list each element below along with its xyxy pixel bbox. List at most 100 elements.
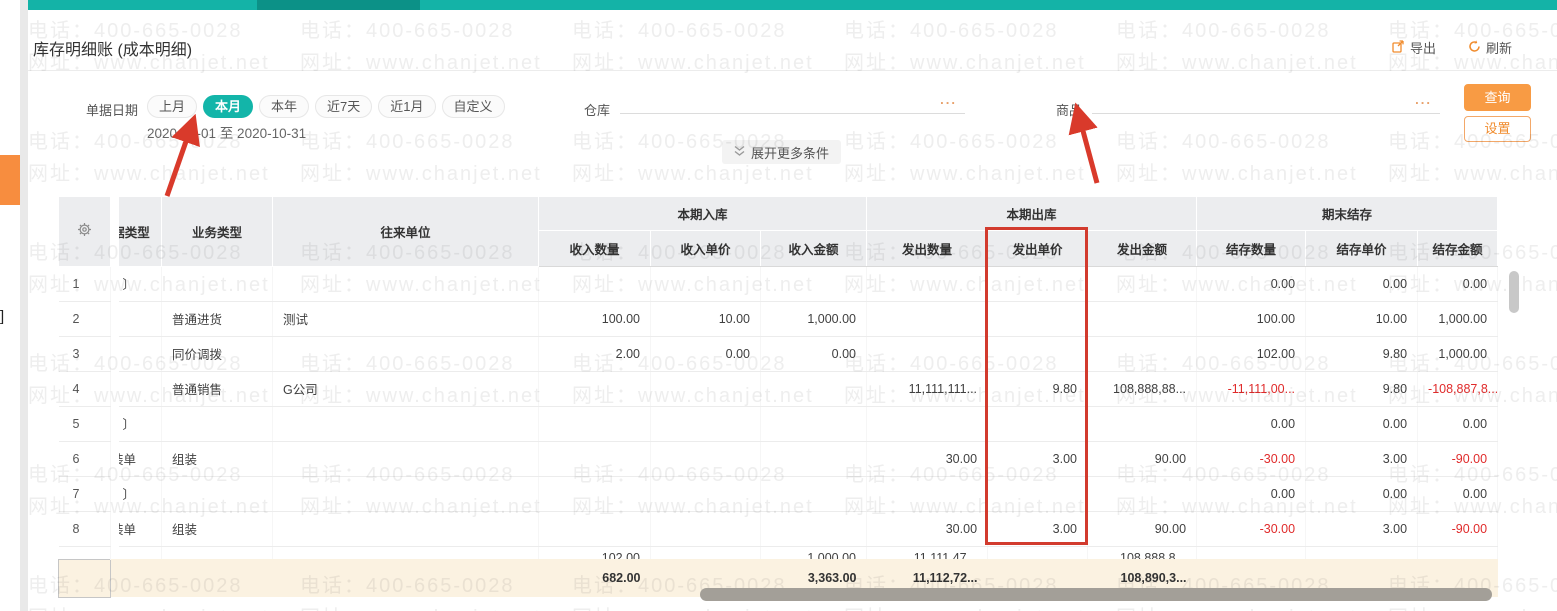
col-out-qty[interactable]: 发出数量 [866, 230, 989, 267]
export-button[interactable]: 导出 [1392, 38, 1436, 57]
date-option-3[interactable]: 本年 [259, 95, 310, 118]
settings-button[interactable]: 设置 [1464, 116, 1531, 142]
table-row-3[interactable]: 3 同价调拨 2.00 0.00 0.00 102.00 9.80 1,000.00 [58, 336, 1499, 372]
arrow-to-product-field [1068, 102, 1100, 184]
table-cell: -90.00 [1417, 511, 1499, 547]
table-row-1[interactable]: 1 〕 0.00 0.00 0.00 [58, 266, 1499, 302]
table-row-9[interactable]: 102.00 1,000.00 11,111,47... 108,888,8... [58, 546, 1499, 559]
horizontal-scrollbar-thumb[interactable] [700, 588, 1492, 601]
col-out-amt[interactable]: 发出金额 [1087, 230, 1198, 267]
table-cell [1417, 546, 1499, 559]
query-button[interactable]: 查询 [1464, 84, 1531, 111]
col-bal-amt[interactable]: 结存金额 [1417, 230, 1499, 267]
date-option-4[interactable]: 近7天 [315, 95, 373, 118]
gear-icon[interactable] [77, 222, 92, 240]
table-cell [650, 266, 761, 302]
table-cell [110, 406, 119, 441]
watermark-text: 电话：400-665-0028 [300, 131, 515, 153]
table-cell: -30.00 [1196, 511, 1307, 547]
table-cell [118, 546, 162, 559]
warehouse-filter-label: 仓库 [584, 103, 611, 118]
warehouse-input[interactable]: ... [620, 90, 965, 114]
table-cell: 90.00 [1087, 441, 1198, 477]
table-cell [110, 559, 119, 597]
expand-more-conditions-button[interactable]: 展开更多条件 [722, 140, 842, 164]
table-cell: 102.00 [1196, 336, 1307, 372]
column-settings-header[interactable] [58, 197, 111, 267]
table-cell [650, 371, 761, 407]
watermark-text: 网址：www.chanjet.net [28, 601, 270, 611]
side-orange-tab[interactable] [0, 155, 20, 205]
table-cell [650, 406, 761, 442]
warehouse-picker-ellipsis-icon[interactable]: ... [940, 92, 957, 107]
watermark-text: 网址：www.chanjet.net [28, 163, 270, 185]
table-cell [161, 266, 273, 302]
table-cell: 0.00 [1196, 406, 1307, 442]
table-cell [760, 406, 868, 442]
watermark-text: 网址：www.chanjet.net [1388, 601, 1557, 611]
col-out-price[interactable]: 发出单价 [987, 230, 1089, 267]
table-cell: 0.00 [1305, 266, 1419, 302]
expand-more-conditions-label: 展开更多条件 [751, 145, 830, 161]
watermark-text: 电话：400-665-0028 [572, 20, 787, 42]
page-left-strip [20, 0, 28, 611]
col-bal-qty[interactable]: 结存数量 [1196, 230, 1307, 267]
doc-type-column-header[interactable]: 单据类型 [118, 197, 162, 267]
date-quick-options: 上月 本月 本年 近7天 近1月 自定义 [147, 95, 505, 118]
col-bal-price[interactable]: 结存单价 [1305, 230, 1419, 267]
date-option-5[interactable]: 近1月 [378, 95, 436, 118]
table-cell: 682.00 [538, 559, 651, 597]
table-cell [118, 336, 162, 372]
table-cell [1305, 546, 1419, 559]
chevron-double-down-icon [734, 145, 745, 160]
partner-column-header[interactable]: 往来单位 [272, 197, 539, 267]
table-cell: 0.00 [1196, 476, 1307, 512]
table-cell: 9.80 [1305, 371, 1419, 407]
col-in-amt[interactable]: 收入金额 [760, 230, 868, 267]
date-option-6[interactable]: 自定义 [441, 95, 505, 118]
table-cell: 30.00 [866, 511, 989, 547]
table-cell [118, 371, 162, 407]
table-cell: 0.00 [650, 336, 761, 372]
product-picker-ellipsis-icon[interactable]: ... [1415, 92, 1432, 107]
date-option-2[interactable]: 本月 [203, 95, 254, 118]
watermark-text: 电话：400-665-0028 [844, 131, 1059, 153]
table-row-6[interactable]: 6组装单组装30.003.0090.00-30.003.00-90.00 [58, 441, 1499, 477]
table-cell: -90.00 [1417, 441, 1499, 477]
table-cell [118, 301, 162, 337]
table-cell [650, 441, 761, 477]
vertical-scrollbar-thumb[interactable] [1509, 271, 1519, 313]
table-cell [58, 558, 111, 598]
col-in-qty[interactable]: 收入数量 [538, 230, 651, 267]
frozen-column-gap [110, 197, 119, 266]
table-cell [987, 301, 1089, 337]
table-cell: 0.00 [1417, 476, 1499, 512]
biz-type-column-header[interactable]: 业务类型 [161, 197, 273, 267]
refresh-button[interactable]: 刷新 [1468, 38, 1512, 57]
date-option-1[interactable]: 上月 [147, 95, 198, 118]
table-row-2[interactable]: 2 普通进货 测试 100.00 10.00 1,000.00 100.00 10.00 1,0… [58, 301, 1499, 337]
product-input[interactable]: ... [1092, 90, 1440, 114]
table-cell: 5 [58, 406, 111, 442]
table-cell [538, 511, 651, 547]
table-cell [1196, 546, 1307, 559]
table-cell [110, 441, 119, 476]
table-cell: 11,111,47... [866, 546, 989, 559]
date-range-value[interactable]: 2020-10-01 至 2020-10-31 [147, 122, 306, 142]
table-cell: 1,000.00 [760, 301, 868, 337]
refresh-icon [1468, 39, 1481, 56]
table-cell: -108,887,8... [1417, 371, 1499, 407]
watermark-text: 电话：400-665-0028 [1116, 20, 1331, 42]
table-cell: 30.00 [866, 441, 989, 477]
table-cell [161, 406, 273, 442]
page-title: 库存明细账 (成本明细) [33, 42, 193, 59]
date-filter-label: 单据日期 [86, 103, 139, 118]
table-row-5[interactable]: 5 〕 0.00 0.00 0.00 [58, 406, 1499, 442]
table-cell: 90.00 [1087, 511, 1198, 547]
top-teal-bar-active-segment[interactable] [257, 0, 420, 10]
col-in-price[interactable]: 收入单价 [650, 230, 761, 267]
table-row-4[interactable]: 4 普通销售 G公司 11,111,111... 9.80 108,888,88... -1… [58, 371, 1499, 407]
table-row-7[interactable]: 7 〕 0.00 0.00 0.00 [58, 476, 1499, 512]
table-cell: 6 [58, 441, 111, 477]
table-row-8[interactable]: 8组装单组装30.003.0090.00-30.003.00-90.00 [58, 511, 1499, 547]
